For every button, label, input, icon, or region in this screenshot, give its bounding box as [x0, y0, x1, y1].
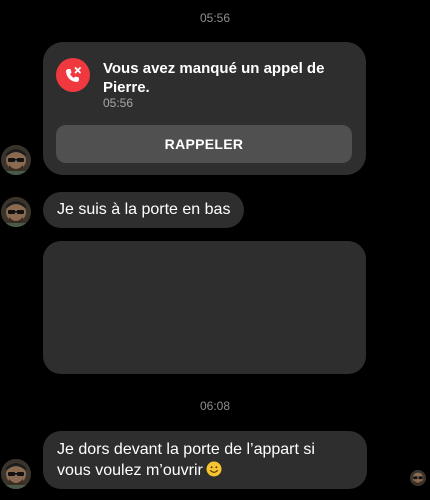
media-attachment[interactable] — [43, 241, 366, 374]
avatar-image — [1, 145, 31, 175]
timestamp: 06:08 — [199, 399, 231, 413]
message-bubble[interactable]: Je dors devant la porte de l’appart si v… — [43, 431, 367, 489]
missed-call-title: Vous avez manqué un appel de Pierre. — [103, 60, 325, 96]
avatar-image — [1, 459, 31, 489]
avatar-image — [1, 197, 31, 227]
missed-call-icon — [56, 58, 90, 92]
timestamp: 05:56 — [199, 11, 231, 25]
message-bubble[interactable]: Je suis à la porte en bas — [43, 192, 245, 228]
avatar[interactable] — [1, 145, 31, 175]
missed-call-card[interactable]: Vous avez manqué un appel de Pierre. 05:… — [43, 42, 366, 175]
avatar[interactable] — [1, 459, 31, 489]
smiling-face-emoji — [206, 461, 222, 477]
read-receipt-avatar — [410, 470, 426, 486]
message-text: Je dors devant la porte de l’appart si v… — [57, 441, 315, 479]
missed-call-time: 05:56 — [103, 96, 134, 110]
avatar[interactable] — [1, 197, 31, 227]
callback-button[interactable]: RAPPELER — [56, 125, 352, 163]
